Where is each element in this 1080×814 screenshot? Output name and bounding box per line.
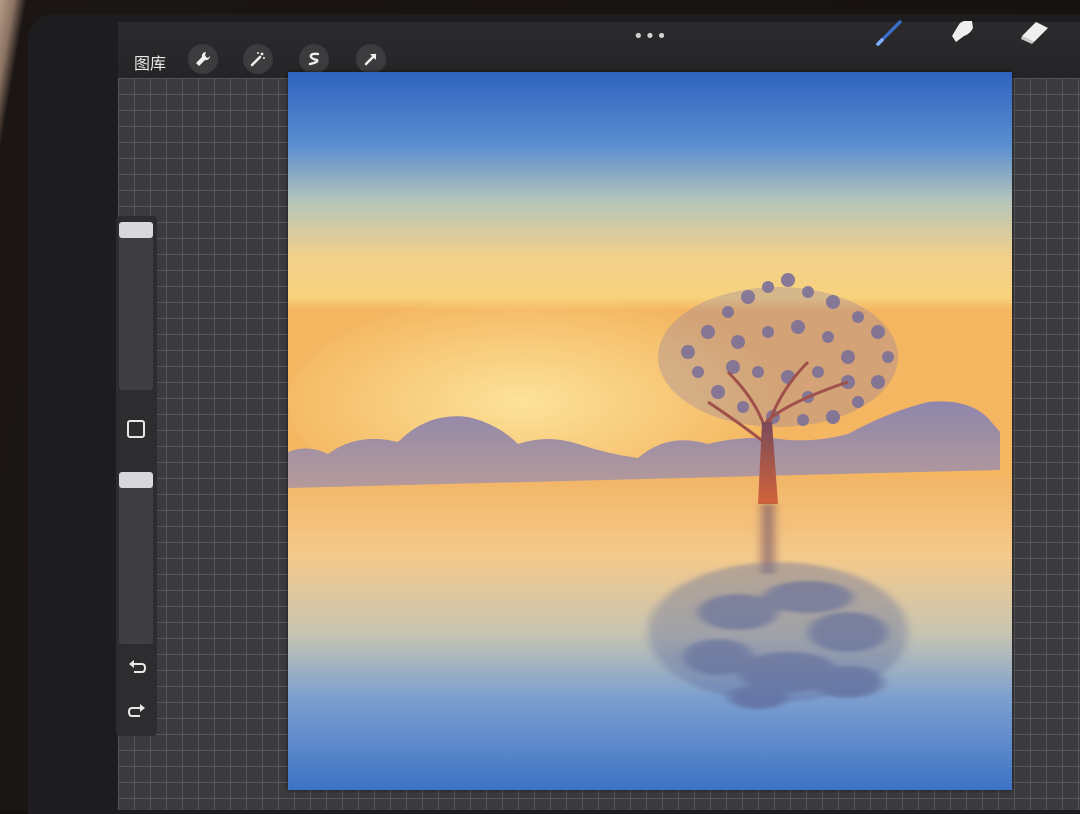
- eraser-tool-button[interactable]: [1018, 16, 1048, 46]
- brush-size-knob[interactable]: [119, 222, 153, 238]
- sunset-painting: [288, 72, 1012, 790]
- adjustments-button[interactable]: [243, 44, 273, 74]
- magic-wand-icon: [250, 52, 265, 67]
- opacity-slider[interactable]: [119, 472, 153, 644]
- wrench-icon: [196, 51, 211, 66]
- transform-button[interactable]: [356, 44, 386, 74]
- smudge-icon: [952, 21, 973, 42]
- selection-button[interactable]: [299, 44, 329, 74]
- redo-icon: [127, 704, 145, 717]
- gallery-button[interactable]: 图库: [134, 53, 166, 75]
- selection-s-icon: [308, 52, 320, 66]
- brush-size-slider[interactable]: [119, 222, 153, 390]
- drawing-canvas[interactable]: [288, 72, 1012, 790]
- undo-button[interactable]: [126, 656, 148, 678]
- brush-tool-button[interactable]: [872, 16, 902, 46]
- square-icon[interactable]: [127, 420, 145, 438]
- menu-dots[interactable]: •••: [633, 26, 668, 47]
- smudge-tool-button[interactable]: [946, 16, 976, 46]
- redo-button[interactable]: [126, 700, 148, 722]
- opacity-knob[interactable]: [119, 472, 153, 488]
- arrow-transform-icon: [364, 53, 377, 66]
- actions-wrench-button[interactable]: [188, 44, 218, 74]
- undo-icon: [129, 660, 147, 673]
- brush-icon: [876, 20, 902, 46]
- eraser-icon: [1021, 22, 1048, 44]
